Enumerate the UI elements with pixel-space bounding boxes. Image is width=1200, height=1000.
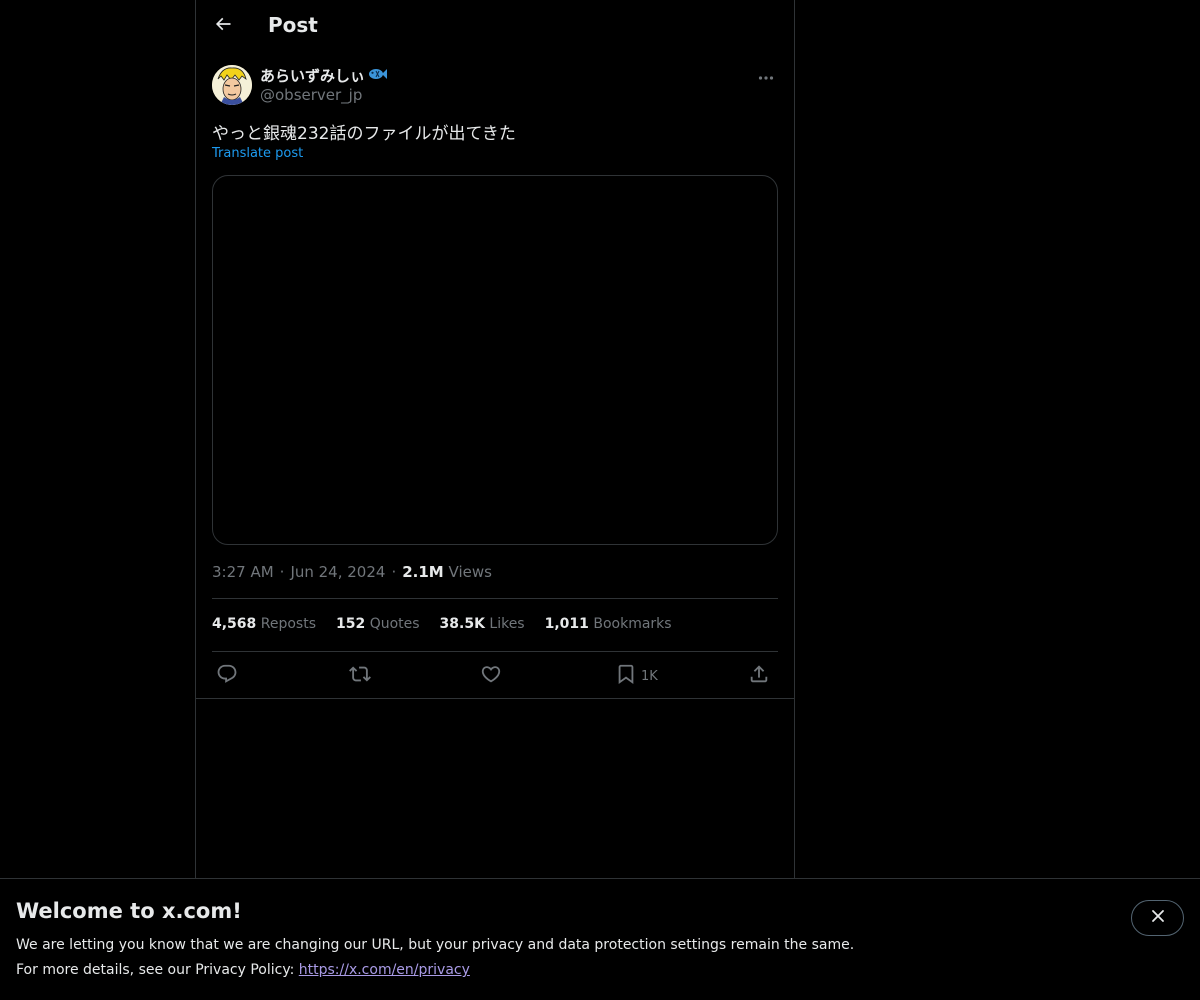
author-name[interactable]: あらいずみしぃ [260, 65, 388, 86]
main-column: Post あらいずみしぃ @observer_jp やっと銀魂232話のファイル… [195, 0, 795, 878]
reposts-label: Reposts [260, 616, 316, 632]
post-text: やっと銀魂232話のファイルが出てきた [212, 124, 516, 144]
close-banner-button[interactable] [1131, 900, 1184, 936]
post-author: あらいずみしぃ @observer_jp [212, 65, 778, 107]
banner-privacy-line: For more details, see our Privacy Policy… [16, 962, 470, 978]
welcome-banner: Welcome to x.com! We are letting you kno… [0, 878, 1200, 1000]
post-actions: 1K [212, 662, 778, 690]
banner-privacy-prefix: For more details, see our Privacy Policy… [16, 962, 299, 978]
quotes-stat[interactable]: 152 Quotes [336, 616, 420, 632]
likes-label: Likes [489, 616, 525, 632]
post-media[interactable] [212, 175, 778, 545]
close-icon [1150, 908, 1166, 928]
post-date[interactable]: Jun 24, 2024 [290, 563, 385, 581]
share-icon [748, 663, 770, 689]
divider [212, 651, 778, 652]
reply-icon [216, 663, 238, 689]
more-options-button[interactable] [754, 65, 778, 85]
author-handle[interactable]: @observer_jp [260, 86, 362, 104]
post-time[interactable]: 3:27 AM [212, 563, 274, 581]
fish-icon [367, 66, 388, 86]
bookmark-icon [615, 663, 637, 689]
post-metadata: 3:27 AM · Jun 24, 2024 · 2.1M Views [212, 563, 492, 581]
views-count: 2.1M [402, 563, 444, 581]
reposts-stat[interactable]: 4,568 Reposts [212, 616, 316, 632]
divider [196, 698, 794, 699]
header-bar: Post [196, 0, 794, 53]
bookmark-count: 1K [641, 668, 658, 684]
views-label: Views [448, 563, 492, 581]
avatar[interactable] [212, 65, 252, 105]
bookmark-button[interactable]: 1K [615, 662, 658, 690]
reply-button[interactable] [216, 662, 238, 690]
arrow-left-icon [213, 14, 233, 38]
translate-post-link[interactable]: Translate post [212, 146, 303, 161]
likes-count: 38.5K [439, 616, 485, 632]
engagement-stats: 4,568 Reposts 152 Quotes 38.5K Likes 1,0… [212, 616, 672, 632]
bookmarks-count: 1,011 [544, 616, 589, 632]
bookmarks-label: Bookmarks [593, 616, 672, 632]
reposts-count: 4,568 [212, 616, 257, 632]
views: 2.1M Views [402, 563, 492, 581]
banner-title: Welcome to x.com! [16, 899, 242, 923]
share-button[interactable] [748, 662, 770, 690]
privacy-policy-link[interactable]: https://x.com/en/privacy [299, 962, 470, 978]
repost-icon [349, 663, 371, 689]
quotes-count: 152 [336, 616, 366, 632]
page-title: Post [268, 13, 318, 37]
repost-button[interactable] [349, 662, 371, 690]
back-button[interactable] [206, 9, 240, 43]
likes-stat[interactable]: 38.5K Likes [440, 616, 525, 632]
banner-message: We are letting you know that we are chan… [16, 937, 855, 953]
quotes-label: Quotes [369, 616, 420, 632]
divider [212, 598, 778, 599]
more-horizontal-icon [758, 66, 774, 85]
like-button[interactable] [480, 662, 502, 690]
meta-separator: · [391, 563, 397, 581]
bookmarks-stat[interactable]: 1,011 Bookmarks [545, 616, 672, 632]
meta-separator: · [279, 563, 285, 581]
display-name-text: あらいずみしぃ [260, 67, 366, 85]
heart-icon [480, 663, 502, 689]
